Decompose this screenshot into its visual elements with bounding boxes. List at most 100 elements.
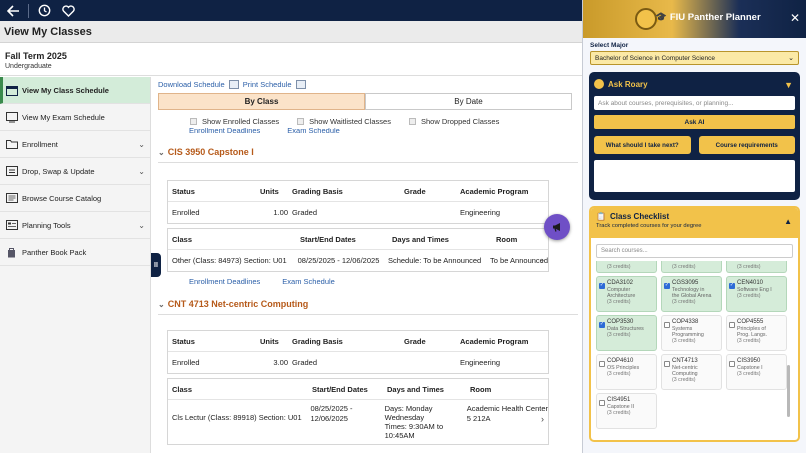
- checkbox[interactable]: [729, 322, 735, 328]
- checkbox[interactable]: [664, 322, 670, 328]
- roary-question-input[interactable]: Ask about courses, prerequisites, or pla…: [594, 96, 795, 110]
- course-card[interactable]: COP4555 Principles of Prog. Langs. (3 credi…: [726, 315, 787, 351]
- course-card-partial[interactable]: (3 credits): [596, 261, 657, 273]
- checklist-subtitle: Track completed courses for your degree: [596, 223, 702, 229]
- course-card[interactable]: ✓ CGS3095 Technology in the Global Arena (3 …: [661, 276, 722, 312]
- chevron-right-icon[interactable]: ›: [541, 414, 544, 424]
- course-grid: (3 credits) (3 credits) (3 credits) ✓ CDA…: [596, 261, 793, 429]
- printer-icon[interactable]: [295, 80, 306, 89]
- class-checklist-card: 📋 Class Checklist Track completed course…: [589, 206, 800, 442]
- checkbox[interactable]: [599, 400, 605, 406]
- assistant-fab-button[interactable]: [544, 214, 570, 240]
- chevron-down-icon: ⌄: [788, 55, 794, 62]
- days-line: 10:45AM: [384, 431, 415, 440]
- view-toggle: By Class By Date: [158, 93, 572, 110]
- course-requirements-button[interactable]: Course requirements: [698, 136, 795, 154]
- what-next-button[interactable]: What should I take next?: [594, 136, 691, 154]
- course-search-input[interactable]: Search courses...: [596, 244, 793, 258]
- course-heading[interactable]: ⌄ CIS 3950 Capstone I: [158, 147, 578, 157]
- course-card[interactable]: CIS3950 Capstone I (3 credits): [726, 354, 787, 390]
- col-days: Days and Times: [387, 384, 444, 394]
- chevron-right-icon[interactable]: ›: [541, 255, 544, 265]
- back-arrow-icon[interactable]: [4, 2, 22, 20]
- course-card[interactable]: COP4610 OS Principles (3 credits): [596, 354, 657, 390]
- sidebar-item-enrollment[interactable]: Enrollment ⌄: [0, 131, 150, 158]
- sidebar-item-course-catalog[interactable]: Browse Course Catalog: [0, 185, 150, 212]
- room-value: Academic Health Center 5 212A: [463, 404, 548, 424]
- checklist-scrollbar[interactable]: [787, 365, 790, 417]
- sidebar-item-label: View My Class Schedule: [22, 85, 109, 95]
- filter-waitlisted-label: Show Waitlisted Classes: [309, 116, 391, 126]
- ask-ai-button[interactable]: Ask AI: [594, 115, 795, 129]
- main-content: Download Schedule Print Schedule By Clas…: [158, 77, 578, 453]
- checkbox-checked[interactable]: ✓: [729, 282, 735, 289]
- section-table: Class Start/End Dates Days and Times Roo…: [167, 228, 549, 272]
- checkbox-checked[interactable]: ✓: [599, 321, 605, 328]
- room-line: Academic Health Center: [466, 404, 549, 413]
- table-row[interactable]: Other (Class: 84973) Section: U01 08/25/…: [168, 250, 548, 271]
- enrollment-deadlines-link[interactable]: Enrollment Deadlines: [189, 128, 260, 137]
- col-program: Academic Program: [460, 336, 529, 346]
- enrollment-deadlines-link[interactable]: Enrollment Deadlines: [189, 277, 260, 286]
- course-card[interactable]: ✓ COP3530 Data Structures (3 credits): [596, 315, 657, 351]
- checkbox[interactable]: [408, 118, 416, 126]
- checkbox-checked[interactable]: ✓: [599, 282, 605, 289]
- filter-waitlisted[interactable]: Show Waitlisted Classes: [297, 117, 391, 126]
- course-card[interactable]: ✓ CDA3102 Computer Architecture (3 credits): [596, 276, 657, 312]
- table-row[interactable]: Cls Lectur (Class: 89918) Section: U01 0…: [168, 400, 548, 444]
- collapse-triangle-icon[interactable]: ▼: [784, 80, 793, 90]
- sidebar-item-drop-swap[interactable]: Drop, Swap & Update ⌄: [0, 158, 150, 185]
- col-grade: Grade: [404, 336, 426, 346]
- checkbox[interactable]: [190, 118, 197, 126]
- history-icon[interactable]: [35, 2, 53, 20]
- days-value: Schedule: To be Announced: [387, 256, 482, 265]
- sidebar-item-class-schedule[interactable]: View My Class Schedule: [0, 77, 150, 104]
- filter-enrolled[interactable]: Show Enrolled Classes: [190, 117, 279, 126]
- sidebar-item-planning-tools[interactable]: Planning Tools ⌄: [0, 212, 150, 239]
- course-card-partial[interactable]: (3 credits): [661, 261, 722, 273]
- download-schedule-link[interactable]: Download Schedule: [158, 80, 225, 89]
- course-card-partial[interactable]: (3 credits): [726, 261, 787, 273]
- checkbox[interactable]: [729, 361, 735, 367]
- partial-links-row: Enrollment Deadlines Exam Schedule: [189, 128, 578, 137]
- checkbox[interactable]: [297, 118, 305, 126]
- spreadsheet-icon[interactable]: [228, 80, 239, 89]
- course-card[interactable]: CIS4951 Capstone II (3 credits): [596, 393, 657, 429]
- sidebar-item-exam-schedule[interactable]: View My Exam Schedule: [0, 104, 150, 131]
- checkbox-checked[interactable]: ✓: [664, 282, 670, 289]
- sidebar-item-book-pack[interactable]: Panther Book Pack: [0, 239, 150, 266]
- course-card[interactable]: CNT4713 Net-centric Computing (3 credits): [661, 354, 722, 390]
- checklist-header[interactable]: 📋 Class Checklist Track completed course…: [591, 208, 798, 238]
- major-select[interactable]: Bachelor of Science in Computer Science …: [590, 51, 799, 65]
- room-value: To be Announced: [490, 256, 548, 265]
- status-value: Enrolled: [172, 358, 200, 367]
- class-value: Other (Class: 84973) Section: U01: [172, 256, 287, 265]
- print-schedule-link[interactable]: Print Schedule: [243, 80, 292, 89]
- col-room: Room: [470, 384, 492, 394]
- checkbox[interactable]: [599, 361, 605, 367]
- ask-roary-header[interactable]: Ask Roary ▼: [594, 77, 795, 91]
- status-value: Enrolled: [172, 208, 200, 217]
- course-heading[interactable]: ⌄ CNT 4713 Net-centric Computing: [158, 299, 578, 309]
- dates-value: 08/25/2025 -12/06/2025: [306, 404, 380, 424]
- checkbox[interactable]: [664, 361, 670, 367]
- tab-by-date[interactable]: By Date: [365, 93, 572, 110]
- course-card[interactable]: ✓ CEN4010 Software Eng I (3 credits): [726, 276, 787, 312]
- class-value: Cls Lectur (Class: 89918) Section: U01: [172, 413, 302, 422]
- course-code: COP4610: [607, 358, 634, 364]
- col-class: Class: [172, 384, 193, 394]
- tab-by-class[interactable]: By Class: [158, 93, 365, 110]
- col-room: Room: [496, 234, 518, 244]
- exam-schedule-link[interactable]: Exam Schedule: [282, 277, 335, 286]
- sidebar-item-label: Enrollment: [22, 139, 58, 149]
- heart-icon[interactable]: [59, 2, 77, 20]
- close-icon[interactable]: ✕: [790, 11, 800, 25]
- collapse-triangle-icon[interactable]: ▲: [784, 217, 792, 226]
- filter-dropped[interactable]: Show Dropped Classes: [408, 117, 499, 126]
- credits: (3 credits): [737, 370, 761, 377]
- course-card[interactable]: COP4338 Systems Programming (3 credits): [661, 315, 722, 351]
- exam-schedule-link[interactable]: Exam Schedule: [287, 128, 340, 137]
- chevron-down-icon: ⌄: [138, 167, 145, 176]
- sidebar-item-label: Panther Book Pack: [22, 247, 87, 257]
- table-header: Class Start/End Dates Days and Times Roo…: [168, 229, 548, 250]
